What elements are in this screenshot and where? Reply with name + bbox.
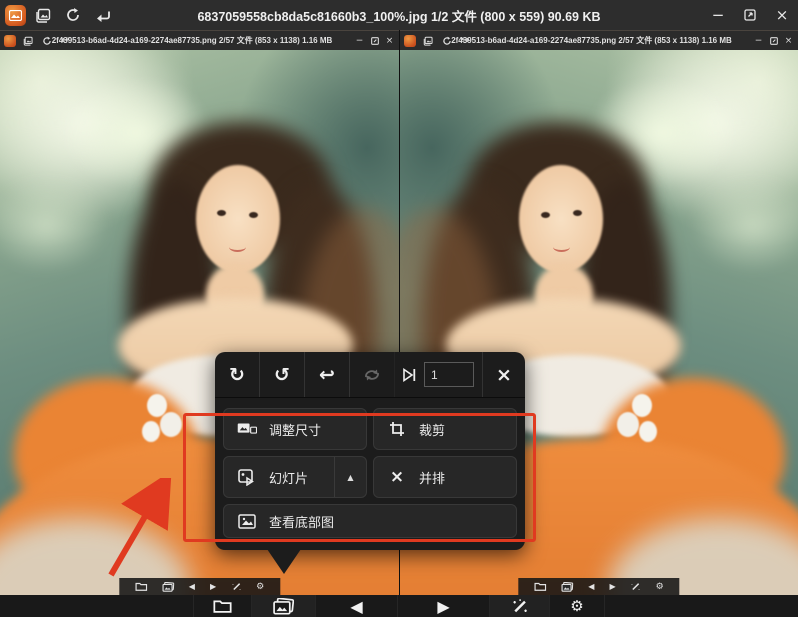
flower-ornament-shape — [142, 421, 160, 442]
mouth-shape — [553, 242, 570, 252]
eye-shape — [541, 212, 550, 218]
pane-minimize-button[interactable]: − — [352, 33, 367, 49]
flower-ornament-shape — [632, 394, 652, 417]
undo-button[interactable]: ↩ — [305, 352, 350, 397]
side-by-side-menu-item[interactable]: × 并排 — [373, 456, 517, 498]
view-bottom-label: 查看底部图 — [269, 514, 335, 530]
refresh-button[interactable] — [439, 33, 454, 49]
next-image-button[interactable]: ▶ — [609, 578, 615, 595]
rotate-cw-button[interactable]: ↻ — [215, 352, 260, 397]
convert-images-button[interactable] — [561, 578, 574, 595]
refresh-button[interactable] — [39, 33, 54, 49]
refresh-button[interactable] — [60, 3, 86, 27]
crop-menu-item[interactable]: 裁剪 — [373, 408, 517, 450]
pane-right-titlebar: ↪ 2f439513-b6ad-4d24-a169-2274ae87735.pn… — [400, 30, 798, 50]
next-image-button[interactable]: ▶ — [397, 595, 489, 617]
maximize-button[interactable] — [734, 0, 766, 30]
pane-left-toolbar: ◀ ▶ ⚙ — [118, 578, 281, 595]
undo-button[interactable]: ↩ — [58, 33, 73, 49]
side-by-side-label: 并排 — [419, 470, 446, 486]
app-logo-icon — [5, 4, 26, 26]
effects-wand-button[interactable] — [231, 578, 241, 595]
next-image-button[interactable]: ▶ — [210, 578, 216, 595]
slideshow-options-button[interactable]: ▲ — [334, 457, 366, 497]
frame-cell — [395, 352, 483, 397]
flip-frame-icon — [401, 367, 417, 383]
image-viewer-window: 6837059558cb8da5c81660b3_100%.jpg 1/2 文件… — [0, 0, 798, 617]
pane-close-button[interactable]: × — [781, 33, 796, 49]
minimize-button[interactable]: − — [702, 0, 734, 30]
copy-image-button[interactable] — [420, 33, 435, 49]
app-logo-icon — [404, 34, 416, 47]
close-button[interactable]: × — [766, 0, 798, 30]
eye-shape — [217, 210, 226, 216]
resize-menu-item[interactable]: 调整尺寸 — [223, 408, 367, 450]
prev-image-button[interactable]: ◀ — [315, 595, 397, 617]
convert-images-button[interactable] — [161, 578, 174, 595]
crop-label: 裁剪 — [419, 422, 446, 438]
flower-ornament-shape — [617, 412, 639, 437]
open-folder-button[interactable] — [193, 595, 251, 617]
main-titlebar: 6837059558cb8da5c81660b3_100%.jpg 1/2 文件… — [0, 0, 798, 30]
popup-toolbar: ↻ ↺ ↩ × — [215, 352, 525, 398]
resize-icon — [237, 422, 257, 436]
frame-number-input[interactable] — [424, 362, 474, 387]
convert-images-button[interactable] — [251, 595, 315, 617]
effects-wand-button[interactable] — [631, 578, 641, 595]
popup-menu: 调整尺寸 裁剪 幻灯片 ▲ × 并排 查看底部图 — [215, 398, 525, 550]
pane-left-titlebar: ↩ 2f439513-b6ad-4d24-a169-2274ae87735.pn… — [0, 30, 399, 50]
copy-image-button[interactable] — [30, 3, 56, 27]
face-shape — [519, 165, 603, 273]
redo-button[interactable]: ↪ — [458, 33, 473, 49]
pane-title: 2f439513-b6ad-4d24-a169-2274ae87735.png … — [451, 36, 732, 45]
open-folder-button[interactable] — [534, 578, 547, 595]
pane-maximize-button[interactable] — [367, 33, 382, 49]
flower-ornament-shape — [639, 421, 657, 442]
app-logo-icon — [4, 34, 16, 47]
popup-close-button[interactable]: × — [483, 352, 525, 397]
open-folder-button[interactable] — [134, 578, 147, 595]
settings-button[interactable]: ⚙ — [549, 595, 605, 617]
pane-title: 2f439513-b6ad-4d24-a169-2274ae87735.png … — [51, 36, 333, 45]
sync-rotate-button[interactable] — [350, 352, 395, 397]
prev-image-button[interactable]: ◀ — [189, 578, 195, 595]
crop-icon — [387, 421, 407, 437]
pane-right-toolbar: ◀ ▶ ⚙ — [518, 578, 680, 595]
resize-label: 调整尺寸 — [269, 422, 322, 438]
popup-tail — [267, 549, 301, 574]
eye-shape — [573, 210, 582, 216]
view-bottom-icon — [237, 513, 257, 529]
slideshow-icon — [237, 468, 257, 486]
pane-minimize-button[interactable]: − — [751, 33, 766, 49]
context-popup: ↻ ↺ ↩ × 调整尺寸 — [215, 352, 525, 574]
rotate-ccw-button[interactable]: ↺ — [260, 352, 305, 397]
prev-image-button[interactable]: ◀ — [588, 578, 594, 595]
slideshow-label: 幻灯片 — [269, 470, 309, 486]
pane-maximize-button[interactable] — [766, 33, 781, 49]
bokeh-leaves-shape — [690, 178, 798, 273]
effects-wand-button[interactable] — [489, 595, 549, 617]
pane-close-button[interactable]: × — [382, 33, 397, 49]
main-toolbar: ◀ ▶ ⚙ — [0, 595, 798, 617]
settings-button[interactable]: ⚙ — [256, 578, 264, 595]
slideshow-menu-item[interactable]: 幻灯片 ▲ — [223, 456, 367, 498]
undo-button[interactable] — [90, 3, 116, 27]
face-shape — [196, 165, 280, 273]
eye-shape — [249, 212, 258, 218]
flower-ornament-shape — [160, 412, 182, 437]
settings-button[interactable]: ⚙ — [656, 578, 664, 595]
copy-image-button[interactable] — [20, 33, 35, 49]
window-title: 6837059558cb8da5c81660b3_100%.jpg 1/2 文件… — [197, 9, 601, 24]
close-x-icon: × — [389, 467, 405, 487]
view-bottom-image-menu-item[interactable]: 查看底部图 — [223, 504, 517, 538]
mouth-shape — [229, 242, 246, 252]
